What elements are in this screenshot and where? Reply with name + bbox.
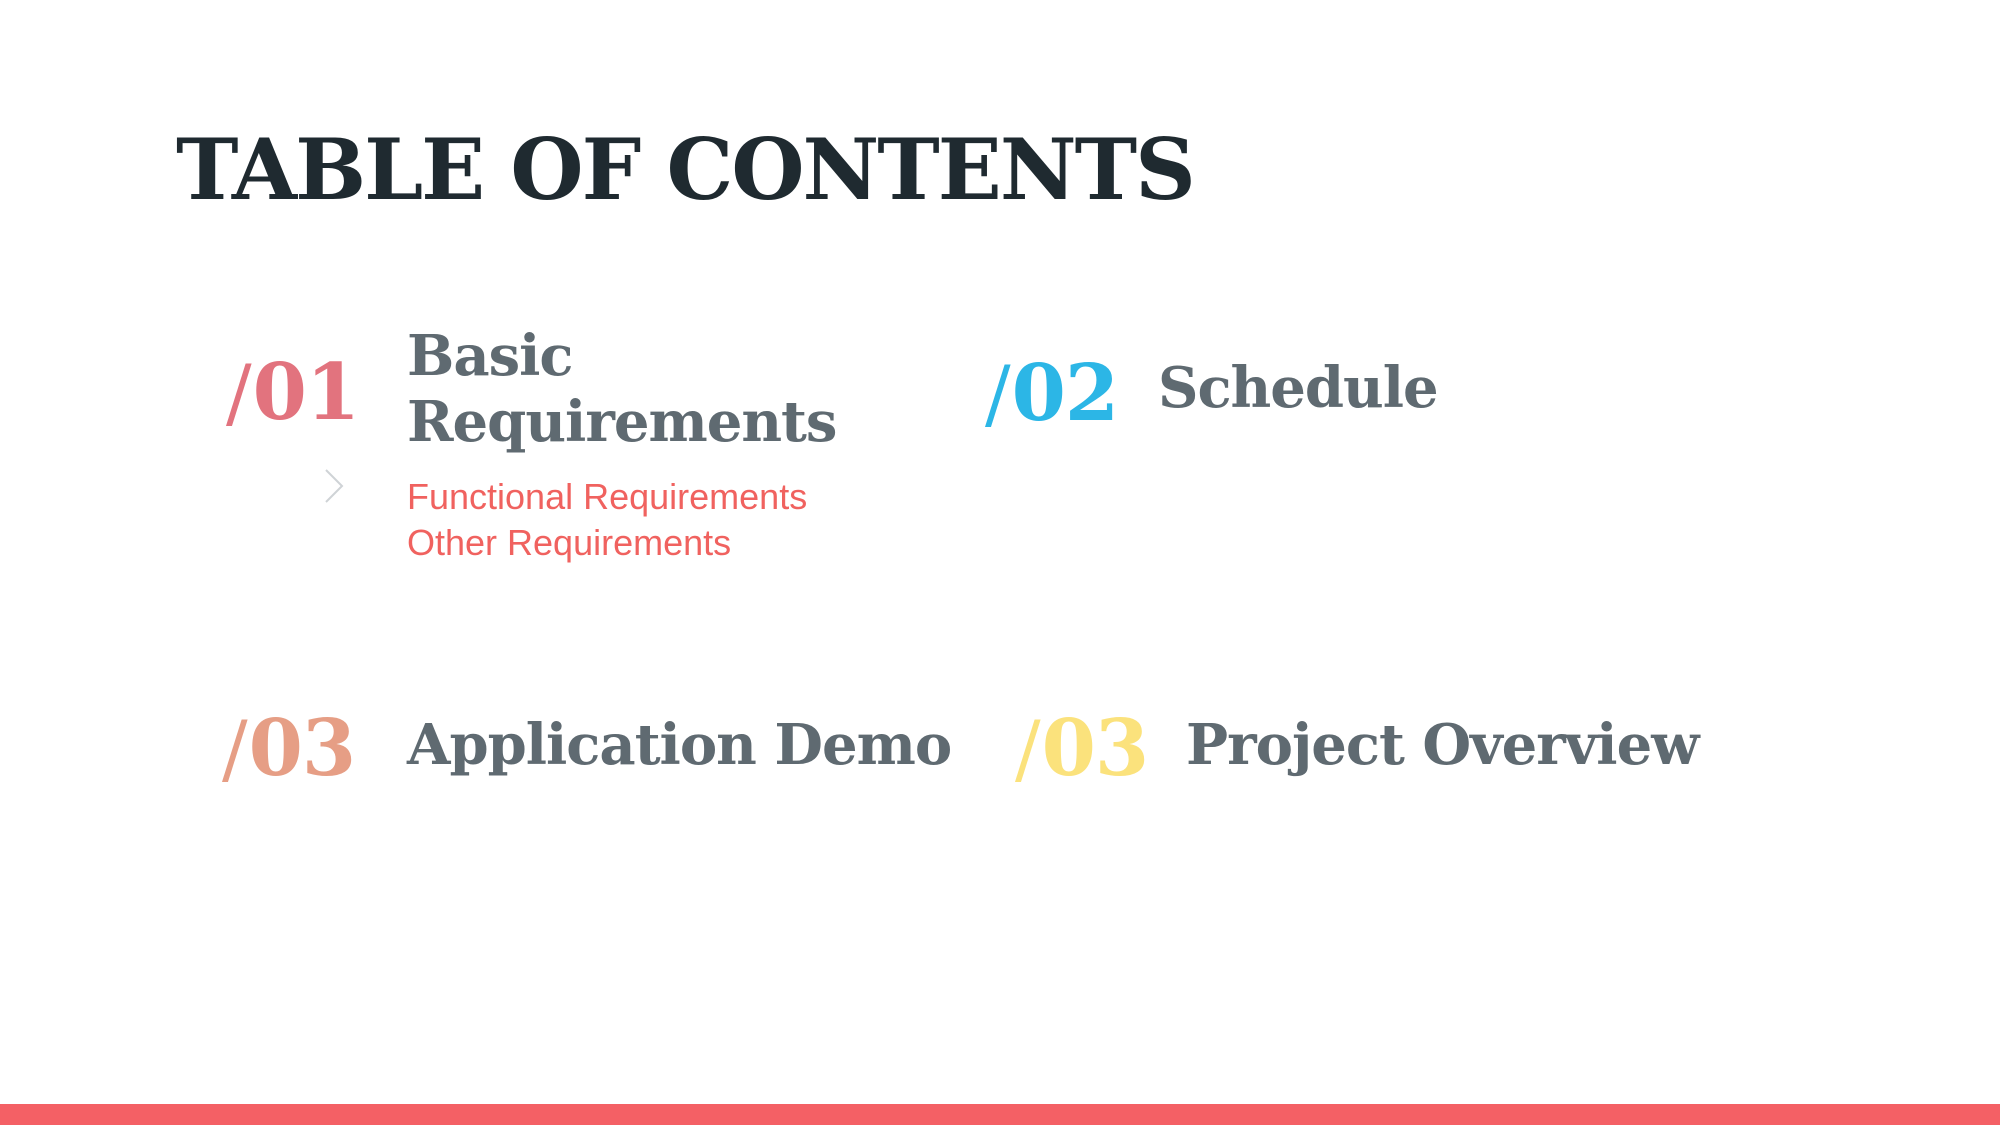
section-number-label: 01 <box>252 347 361 438</box>
section-slash: / <box>222 704 248 793</box>
section-heading-schedule[interactable]: Schedule <box>1158 355 1439 421</box>
section-number-label: 02 <box>1011 348 1120 439</box>
subitem-other-requirements[interactable]: Other Requirements <box>407 520 807 566</box>
section-heading-project-overview[interactable]: Project Overview <box>1186 712 1699 778</box>
subitem-list: Functional Requirements Other Requiremen… <box>407 474 807 566</box>
slide: TABLE OF CONTENTS /01 Basic Requirements… <box>0 0 2000 1125</box>
section-heading-line: Requirements <box>407 389 837 455</box>
section-heading-application-demo[interactable]: Application Demo <box>407 712 952 778</box>
section-slash: / <box>985 349 1011 438</box>
section-slash: / <box>1015 704 1041 793</box>
section-number-01: /01 <box>226 354 360 432</box>
chevron-right-icon <box>325 469 344 503</box>
bottom-accent-bar <box>0 1104 2000 1125</box>
section-number-03-left: /03 <box>222 710 356 788</box>
section-number-label: 03 <box>1041 703 1150 794</box>
section-number-02: /02 <box>985 355 1119 433</box>
section-number-03-right: /03 <box>1015 710 1149 788</box>
section-number-label: 03 <box>248 703 357 794</box>
section-heading-line: Basic <box>407 323 574 389</box>
subitem-functional-requirements[interactable]: Functional Requirements <box>407 474 807 520</box>
section-slash: / <box>226 348 252 437</box>
page-title: TABLE OF CONTENTS <box>176 120 1196 219</box>
section-heading-basic-requirements[interactable]: Basic Requirements <box>407 323 837 455</box>
